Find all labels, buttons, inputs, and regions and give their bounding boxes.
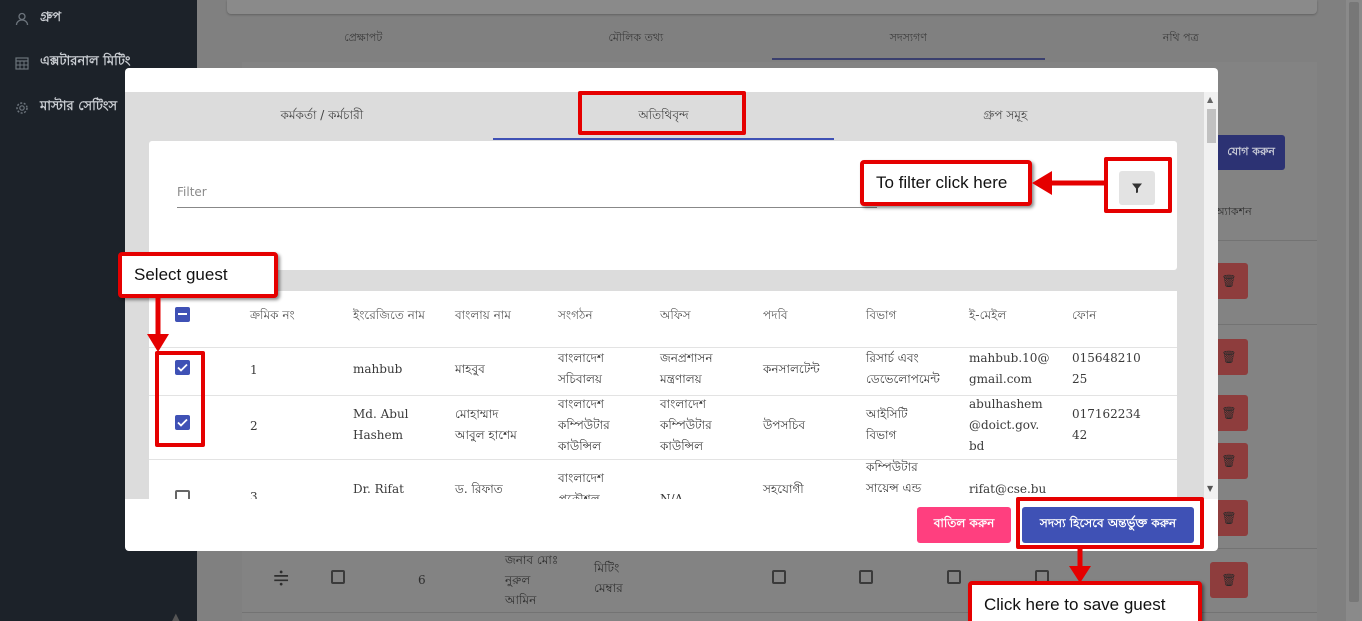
annotation-arrows: [147, 171, 1104, 583]
